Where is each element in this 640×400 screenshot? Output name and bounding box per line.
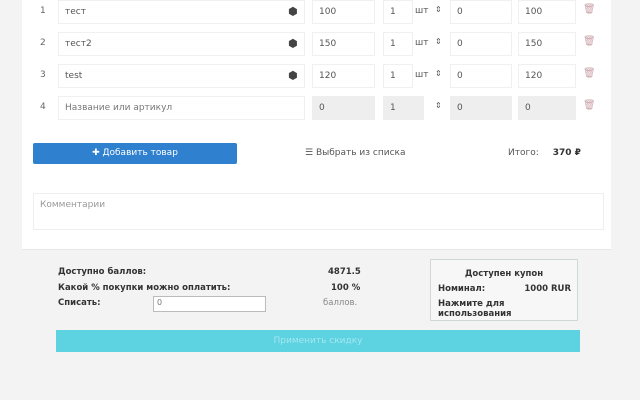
add-item-label: Добавить товар <box>102 148 178 158</box>
write-off-input[interactable]: 0 <box>153 296 266 312</box>
item-name-input[interactable]: Название или артикул <box>58 96 305 120</box>
comment-textarea[interactable]: Комментарии <box>33 193 604 230</box>
table-row: 2 тест2 ⬢ 150 1 шт ⇕ 0 150 🗑 <box>22 32 611 56</box>
sum-input[interactable]: 100 <box>518 0 576 24</box>
cube-icon[interactable]: ⬢ <box>288 5 298 18</box>
sum-input[interactable]: 0 <box>518 96 576 120</box>
coupon-nominal-label: Номинал: <box>438 284 486 294</box>
discount-input[interactable]: 0 <box>450 64 512 88</box>
price-input[interactable]: 0 <box>312 96 375 120</box>
row-number: 3 <box>40 70 46 80</box>
cube-icon[interactable]: ⬢ <box>288 69 298 82</box>
unit-spinner-icon[interactable]: ⇕ <box>435 101 442 110</box>
table-row: 3 test ⬢ 120 1 шт ⇕ 0 120 🗑 <box>22 64 611 88</box>
add-item-button[interactable]: ✚ Добавить товар <box>33 143 237 164</box>
price-input[interactable]: 100 <box>312 0 375 24</box>
pick-from-list-button[interactable]: ☰ Выбрать из списка <box>305 148 405 158</box>
unit-spinner-icon[interactable]: ⇕ <box>435 5 442 14</box>
coupon-box[interactable]: Доступен купон Номинал: 1000 RUR Нажмите… <box>430 259 578 321</box>
row-number: 2 <box>40 38 46 48</box>
apply-discount-button[interactable]: Применить скидку <box>56 330 580 352</box>
total-label: Итого: <box>508 148 539 158</box>
discount-input[interactable]: 0 <box>450 0 512 24</box>
plus-icon: ✚ <box>92 148 103 158</box>
item-name-input[interactable]: test <box>58 64 305 88</box>
coupon-nominal-value: 1000 RUR <box>524 284 571 294</box>
sum-input[interactable]: 120 <box>518 64 576 88</box>
coupon-title: Доступен купон <box>464 269 544 279</box>
points-unit: баллов. <box>323 298 358 308</box>
percent-label: Какой % покупки можно оплатить: <box>58 283 231 293</box>
item-name-input[interactable]: тест2 <box>58 32 305 56</box>
total-value: 370 ₽ <box>552 148 581 158</box>
unit-spinner-icon[interactable]: ⇕ <box>435 37 442 46</box>
unit-select[interactable]: шт <box>415 38 428 48</box>
row-number: 4 <box>40 102 46 112</box>
qty-input[interactable]: 1 <box>383 96 424 120</box>
new-item-row: 4 Название или артикул 0 1 ⇕ 0 0 🗑 <box>22 96 611 120</box>
cube-icon[interactable]: ⬢ <box>288 37 298 50</box>
qty-input[interactable]: 1 <box>383 64 413 88</box>
available-points-value: 4871.5 <box>328 267 361 277</box>
discount-input[interactable]: 0 <box>450 32 512 56</box>
trash-icon[interactable]: 🗑 <box>583 4 596 15</box>
discount-input[interactable]: 0 <box>450 96 512 120</box>
total: Итого: 370 ₽ <box>508 148 581 158</box>
trash-icon[interactable]: 🗑 <box>583 36 596 47</box>
coupon-hint: Нажмите для использования <box>438 299 512 319</box>
unit-select[interactable]: шт <box>415 6 428 16</box>
list-icon: ☰ <box>305 148 316 158</box>
table-row: 1 тест ⬢ 100 1 шт ⇕ 0 100 🗑 <box>22 0 611 24</box>
sum-input[interactable]: 150 <box>518 32 576 56</box>
trash-icon[interactable]: 🗑 <box>583 68 596 79</box>
write-off-label: Списать: <box>58 298 101 308</box>
price-input[interactable]: 150 <box>312 32 375 56</box>
percent-value: 100 % <box>331 283 361 293</box>
available-points-label: Доступно баллов: <box>58 267 147 277</box>
trash-icon[interactable]: 🗑 <box>583 100 596 111</box>
unit-select[interactable]: шт <box>415 70 428 80</box>
unit-spinner-icon[interactable]: ⇕ <box>435 69 442 78</box>
qty-input[interactable]: 1 <box>383 0 413 24</box>
order-items-card: 1 тест ⬢ 100 1 шт ⇕ 0 100 🗑 2 тест2 ⬢ 150… <box>22 0 611 250</box>
item-name-input[interactable]: тест <box>58 0 305 24</box>
qty-input[interactable]: 1 <box>383 32 413 56</box>
row-number: 1 <box>40 6 46 16</box>
price-input[interactable]: 120 <box>312 64 375 88</box>
pick-from-list-label: Выбрать из списка <box>315 148 406 158</box>
